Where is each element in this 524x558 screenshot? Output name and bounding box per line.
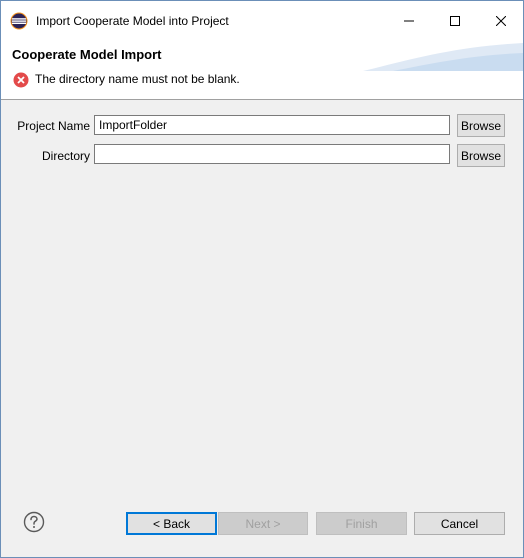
banner-decoration [363, 43, 523, 71]
eclipse-icon [10, 12, 28, 30]
page-title: Cooperate Model Import [12, 47, 162, 62]
next-button[interactable]: Next > [218, 512, 308, 535]
error-icon [13, 72, 29, 88]
maximize-button[interactable] [432, 1, 478, 41]
finish-button[interactable]: Finish [316, 512, 407, 535]
directory-input[interactable] [94, 144, 450, 164]
browse-project-button[interactable]: Browse [457, 114, 505, 137]
directory-label: Directory [41, 149, 90, 163]
browse-directory-button[interactable]: Browse [457, 144, 505, 167]
minimize-icon [404, 20, 414, 22]
close-button[interactable] [478, 1, 523, 41]
cancel-button[interactable]: Cancel [414, 512, 505, 535]
error-message: The directory name must not be blank. [35, 72, 240, 86]
project-name-input[interactable] [94, 115, 450, 135]
help-icon[interactable] [23, 511, 45, 533]
back-button[interactable]: < Back [126, 512, 217, 535]
wizard-banner: Cooperate Model Import The directory nam… [1, 41, 523, 100]
project-name-label: Project Name [17, 119, 90, 133]
import-dialog: Import Cooperate Model into Project Coop… [0, 0, 524, 558]
minimize-button[interactable] [386, 1, 432, 41]
maximize-icon [450, 16, 460, 26]
title-bar: Import Cooperate Model into Project [1, 1, 523, 41]
window-title: Import Cooperate Model into Project [36, 14, 229, 28]
close-icon [496, 16, 506, 26]
